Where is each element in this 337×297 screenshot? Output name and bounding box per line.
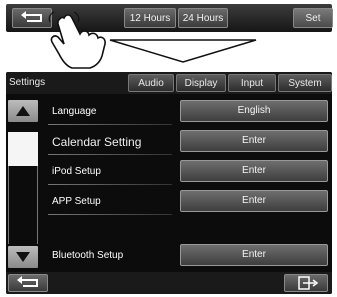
bluetooth-setup-button[interactable]: Enter [180, 244, 328, 266]
scroll-track [8, 166, 38, 244]
exit-icon [298, 276, 319, 290]
divider [48, 154, 172, 155]
calendar-setting-button[interactable]: Enter [180, 130, 328, 152]
return-arrow-icon [17, 276, 38, 287]
scroll-down-button[interactable] [8, 246, 38, 268]
row-label: iPod Setup [52, 166, 101, 177]
tab-audio[interactable]: Audio [128, 74, 174, 92]
divider [48, 124, 172, 125]
list-item: iPod Setup Enter [44, 158, 332, 188]
ipod-setup-button[interactable]: Enter [180, 160, 328, 182]
triangle-down-icon [16, 252, 30, 262]
back-button[interactable] [8, 274, 48, 292]
app-setup-button[interactable]: Enter [180, 190, 328, 212]
exit-button[interactable] [284, 274, 328, 292]
divider [48, 184, 172, 185]
transition-arrow-icon [109, 39, 257, 63]
list-item: Bluetooth Setup Enter [44, 242, 332, 272]
scroll-up-button[interactable] [8, 100, 38, 122]
list-item: Language English [44, 98, 332, 128]
set-button[interactable]: Set [293, 8, 333, 28]
tab-display[interactable]: Display [176, 74, 226, 92]
row-label: Bluetooth Setup [52, 250, 124, 261]
triangle-up-icon [16, 106, 30, 116]
row-label: Language [52, 106, 97, 117]
row-label: APP Setup [52, 196, 101, 207]
tab-settings[interactable]: Settings [6, 74, 66, 92]
tab-system[interactable]: System [278, 74, 332, 92]
12-hours-button[interactable]: 12 Hours [124, 8, 176, 28]
settings-list: Language English Calendar Setting Enter … [6, 96, 332, 272]
scroll-thumb[interactable] [8, 132, 38, 166]
tab-input[interactable]: Input [228, 74, 276, 92]
list-item: Calendar Setting Enter [44, 128, 332, 158]
bottom-bar [6, 272, 332, 294]
settings-panel: Settings Audio Display Input System Lang… [6, 72, 332, 294]
scrollbar[interactable] [6, 96, 44, 272]
list-item: APP Setup Enter [44, 188, 332, 218]
24-hours-button[interactable]: 24 Hours [178, 8, 228, 28]
language-button[interactable]: English [180, 100, 328, 122]
pointing-hand-icon [48, 11, 106, 69]
row-label: Calendar Setting [52, 135, 142, 149]
tab-bar: Settings Audio Display Input System [6, 72, 332, 94]
divider [48, 214, 172, 215]
